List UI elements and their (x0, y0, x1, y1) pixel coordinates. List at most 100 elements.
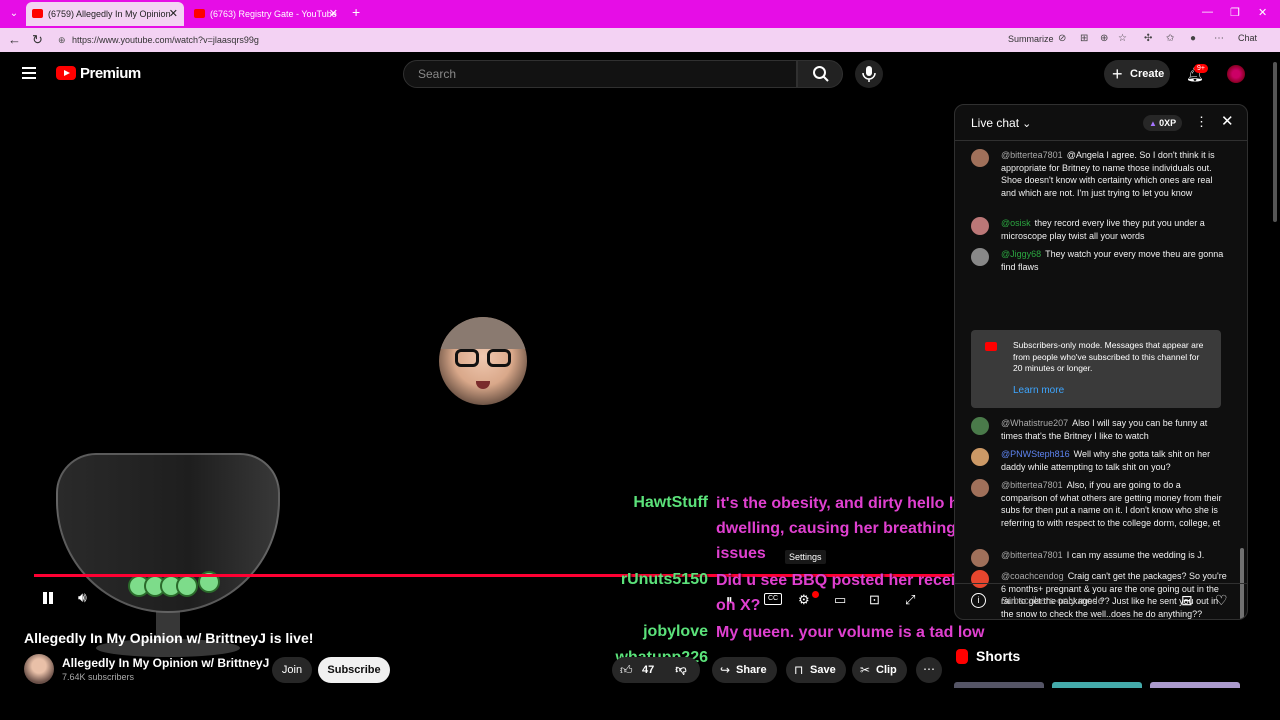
chat-avatar[interactable] (971, 149, 989, 167)
live-chat-mode-dropdown[interactable]: Live chat (971, 116, 1031, 130)
chat-avatar[interactable] (971, 549, 989, 567)
youtube-logo-icon[interactable] (56, 66, 76, 80)
notification-badge: 9+ (1194, 64, 1208, 73)
shorts-thumbnails[interactable] (954, 682, 1248, 688)
reload-icon[interactable]: ↻ (32, 32, 43, 48)
overlay-chat-user: jobylove (643, 623, 708, 640)
like-dislike-button[interactable]: 👍︎ 47 👎︎ (612, 657, 700, 683)
notice-text: Subscribers-only mode. Messages that app… (1013, 340, 1204, 373)
thumbs-up-icon[interactable]: 👍︎ (620, 657, 633, 683)
browser-tab[interactable]: (6763) Registry Gate - YouTube ✕ (188, 2, 344, 26)
chat-message: @osisk they record every live they put yo… (971, 217, 1227, 242)
learn-more-link[interactable]: Learn more (1013, 385, 1064, 396)
extensions-icon[interactable]: ⊞ (1080, 33, 1088, 44)
share-button[interactable]: ↪ Share (712, 657, 777, 683)
browser-toolbar: ← ↻ https://www.youtube.com/watch?v=jlaa… (0, 28, 1280, 52)
search-input[interactable]: Search (403, 60, 797, 88)
browser-menu-icon[interactable]: ⋯ (1214, 33, 1224, 44)
chat-message: @Whatistrue207 Also I will say you can be… (971, 417, 1227, 442)
overlay-chat-user: HawtStuff (633, 494, 708, 511)
search-icon (813, 66, 829, 82)
address-bar[interactable]: https://www.youtube.com/watch?v=jlaasqrs… (50, 31, 1000, 49)
chat-more-icon[interactable]: ⋮ (1195, 114, 1208, 130)
tip-jar-glass-image (56, 453, 280, 659)
chat-avatar[interactable] (971, 248, 989, 266)
chat-avatar[interactable] (971, 417, 989, 435)
youtube-favicon-icon (32, 9, 43, 18)
voice-search-button[interactable] (855, 60, 883, 88)
heart-icon[interactable]: ♡ (1215, 592, 1228, 609)
summarize-icon[interactable]: ⊘ (1058, 33, 1066, 44)
chat-message: @PNWSteph816 Well why she gotta talk shit… (971, 448, 1227, 473)
overlay-chat-user: rUnuts5150 (620, 571, 708, 588)
thumbs-down-icon[interactable]: 👎︎ (675, 664, 686, 676)
tab-close-icon[interactable]: ✕ (169, 2, 178, 26)
shorts-heading: Shorts (976, 648, 1021, 664)
microphone-icon (862, 66, 876, 82)
chat-message: @bittertea7801 @Angela I agree. So I don'… (971, 149, 1227, 199)
live-chat-panel: Live chat 0XP ⋮ ✕ @bittertea7801@Angela … (954, 104, 1248, 620)
shorts-icon (956, 649, 968, 664)
video-player[interactable] (338, 104, 630, 620)
tab-close-icon[interactable]: ✕ (329, 2, 338, 26)
create-button[interactable]: Create (1104, 60, 1170, 88)
volume-icon[interactable]: 🔊︎ (78, 589, 87, 606)
bookmark-icon: ⊓ (794, 663, 804, 677)
chat-close-icon[interactable]: ✕ (1221, 112, 1234, 130)
account-avatar[interactable] (1227, 65, 1245, 83)
info-icon[interactable]: i (971, 593, 986, 608)
share-icon: ↪ (720, 663, 731, 677)
zoom-icon[interactable]: ⊕ (1100, 33, 1108, 44)
summarize-button[interactable]: Summarize (1008, 34, 1054, 44)
chat-footer: i Subscribers-only mode ⊟ ♡ (955, 583, 1247, 619)
join-button[interactable]: Join (272, 657, 312, 683)
subscriber-count: 7.64K subscribers (62, 672, 135, 682)
live-chat-header: Live chat 0XP ⋮ ✕ (955, 105, 1247, 141)
browser-tab-active[interactable]: (6759) Allegedly In My Opinion ✕ (26, 2, 184, 26)
tab-title: (6759) Allegedly In My Opinion (48, 9, 171, 19)
favorites-icon[interactable]: ✩ (1166, 33, 1174, 44)
tab-title: (6763) Registry Gate - YouTube (210, 9, 337, 19)
youtube-icon (985, 342, 997, 351)
overlay-chat-message: Did u see BBQ posted her receipts on X? (716, 572, 980, 614)
save-button[interactable]: ⊓ Save (786, 657, 846, 683)
clip-button[interactable]: ✂ Clip (852, 657, 907, 683)
favorite-star-icon[interactable]: ☆ (1118, 33, 1127, 44)
chat-avatar[interactable] (971, 479, 989, 497)
chat-scrollbar[interactable] (1240, 193, 1244, 619)
youtube-premium-logo-text[interactable]: Premium (80, 65, 141, 82)
search-button[interactable] (797, 60, 843, 88)
share-label: Share (736, 664, 767, 676)
chat-message: @bittertea7801 I can my assume the weddin… (971, 549, 1227, 567)
streamer-face-cam (439, 317, 527, 405)
video-title: Allegedly In My Opinion w/ BrittneyJ is … (24, 630, 314, 646)
new-tab-button[interactable]: + (352, 4, 360, 20)
profile-icon[interactable]: ● (1190, 33, 1196, 44)
tab-list-chevron-icon[interactable]: ⌄ (6, 6, 22, 22)
youtube-page: Premium Search Create 🔔︎ 9+ 🔊︎ Settings … (0, 52, 1280, 720)
youtube-favicon-icon (194, 9, 205, 18)
page-scrollbar[interactable] (1272, 52, 1278, 720)
extension-puzzle-icon[interactable]: ✣ (1144, 33, 1152, 44)
like-count: 47 (642, 664, 655, 676)
channel-name[interactable]: Allegedly In My Opinion w/ BrittneyJ (62, 656, 269, 670)
pause-icon[interactable] (42, 592, 54, 604)
save-label: Save (810, 664, 836, 676)
more-actions-icon[interactable]: ⋯ (916, 657, 942, 683)
subscribers-only-mode-label: Subscribers-only mode (1001, 596, 1104, 607)
overlay-chat-message: it's the obesity, and dirty hello hole d… (716, 495, 982, 562)
overlay-chat-message: My queen. your volume is a tad low (716, 624, 985, 641)
copilot-chat-button[interactable]: Chat (1238, 33, 1257, 43)
chat-message: @bittertea7801 Also, if you are going to … (971, 479, 1227, 529)
subscribe-button[interactable]: Subscribe (318, 657, 390, 683)
channel-avatar[interactable] (24, 654, 54, 684)
maximize-icon[interactable]: ❐ (1230, 6, 1240, 19)
minimize-icon[interactable]: — (1202, 6, 1213, 18)
chat-avatar[interactable] (971, 217, 989, 235)
back-icon[interactable]: ← (8, 32, 21, 47)
chat-avatar[interactable] (971, 448, 989, 466)
menu-hamburger-icon[interactable] (22, 67, 36, 79)
xp-badge[interactable]: 0XP (1143, 115, 1183, 131)
window-close-icon[interactable]: ✕ (1258, 6, 1267, 19)
super-chat-icon[interactable]: ⊟ (1181, 592, 1193, 609)
